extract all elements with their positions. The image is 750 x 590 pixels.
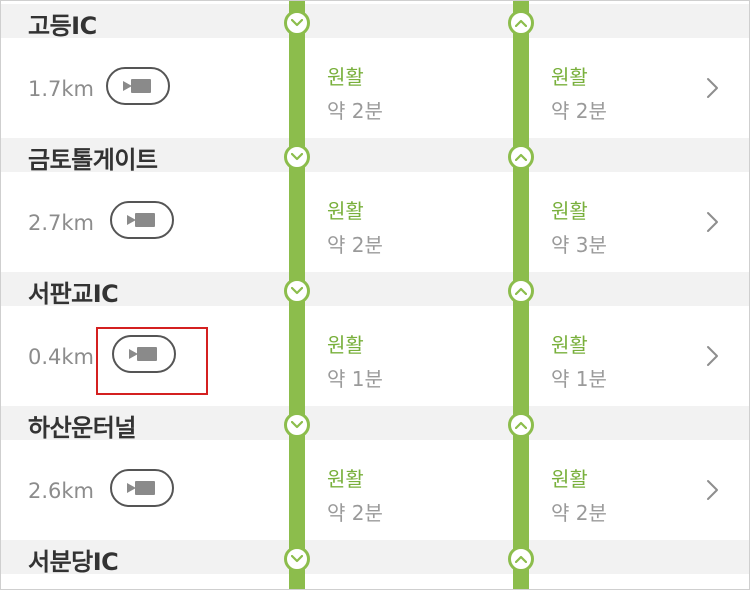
- cctv-camera-icon: [127, 213, 155, 227]
- segment-distance: 2.6km: [28, 479, 95, 503]
- cctv-button[interactable]: [110, 201, 174, 239]
- upbound-status: 원활: [551, 467, 588, 491]
- downbound-status: 원활: [327, 333, 364, 357]
- chevron-right-icon[interactable]: [706, 211, 720, 233]
- upbound-time: 약 3분: [551, 233, 607, 257]
- section-title: 서판교IC: [28, 280, 119, 308]
- downbound-status: 원활: [327, 199, 364, 223]
- downbound-time: 약 2분: [327, 501, 383, 525]
- down-arrow-icon: [284, 10, 310, 36]
- segment-distance: 0.4km: [28, 345, 95, 369]
- segment-row[interactable]: 2.6km 원활 약 2분 원활 약 2분: [0, 447, 750, 547]
- highlight-box: [96, 327, 208, 395]
- segment-row[interactable]: 1.7km 원활 약 2분 원활 약 2분: [0, 45, 750, 145]
- cctv-button[interactable]: [106, 67, 170, 105]
- down-arrow-icon: [284, 412, 310, 438]
- upbound-time: 약 2분: [551, 501, 607, 525]
- upbound-time: 약 2분: [551, 99, 607, 123]
- downbound-status: 원활: [327, 65, 364, 89]
- down-arrow-icon: [284, 546, 310, 572]
- upbound-status: 원활: [551, 65, 588, 89]
- upbound-status: 원활: [551, 199, 588, 223]
- down-arrow-icon: [284, 144, 310, 170]
- chevron-right-icon[interactable]: [706, 345, 720, 367]
- segment-distance: 2.7km: [28, 211, 95, 235]
- down-arrow-icon: [284, 278, 310, 304]
- up-arrow-icon: [508, 10, 534, 36]
- chevron-right-icon[interactable]: [706, 77, 720, 99]
- segment-row[interactable]: 2.7km 원활 약 2분 원활 약 3분: [0, 179, 750, 279]
- downbound-status: 원활: [327, 467, 364, 491]
- section-title: 금토톨게이트: [28, 146, 158, 174]
- section-title: 고등IC: [28, 12, 97, 40]
- segment-distance: 1.7km: [28, 77, 95, 101]
- cctv-camera-icon: [127, 481, 155, 495]
- section-title: 서분당IC: [28, 548, 119, 576]
- upbound-time: 약 1분: [551, 367, 607, 391]
- section-title: 하산운터널: [28, 414, 136, 442]
- downbound-time: 약 1분: [327, 367, 383, 391]
- section-band-1: [0, 4, 750, 38]
- cctv-button[interactable]: [110, 469, 174, 507]
- up-arrow-icon: [508, 278, 534, 304]
- chevron-right-icon[interactable]: [706, 479, 720, 501]
- downbound-time: 약 2분: [327, 99, 383, 123]
- downbound-time: 약 2분: [327, 233, 383, 257]
- up-arrow-icon: [508, 144, 534, 170]
- upbound-status: 원활: [551, 333, 588, 357]
- up-arrow-icon: [508, 546, 534, 572]
- cctv-camera-icon: [123, 79, 151, 93]
- up-arrow-icon: [508, 412, 534, 438]
